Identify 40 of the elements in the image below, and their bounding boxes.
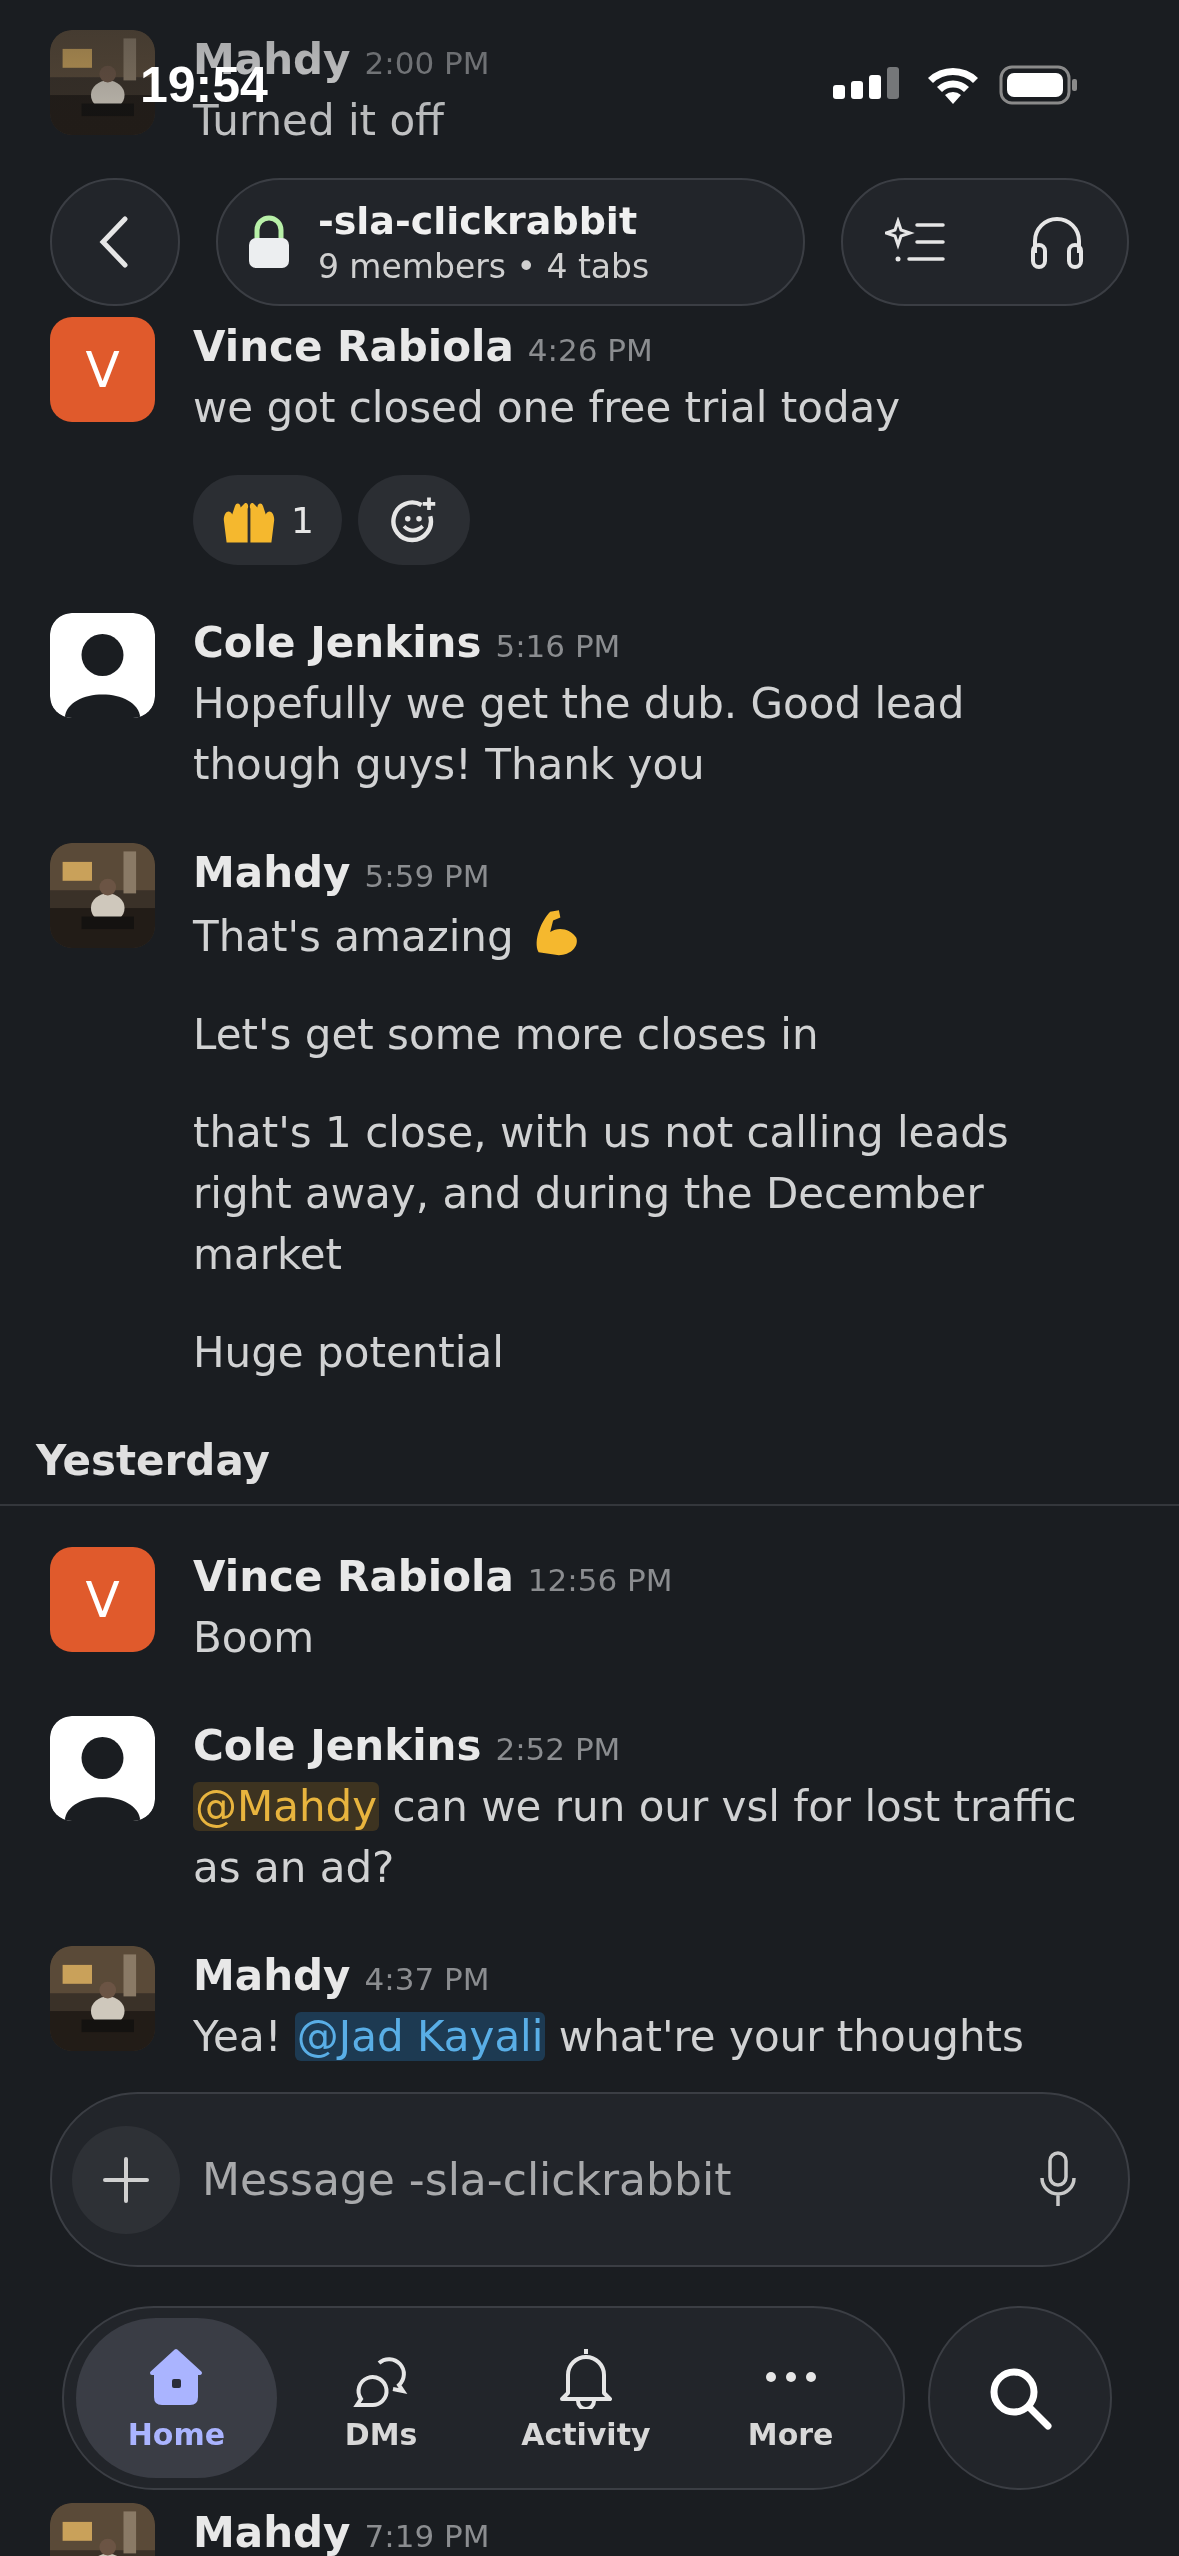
message-text: @Mahdy can we run our vsl for lost traffic as an ad? xyxy=(193,1781,1078,1894)
avatar: V xyxy=(50,317,155,422)
message-time: 4:37 PM xyxy=(364,1961,490,1997)
message-time: 4:26 PM xyxy=(527,332,653,368)
message-text: Yea! @Jad Kayali what're your thoughts xyxy=(193,2011,1025,2063)
message-time: 2:52 PM xyxy=(495,1731,621,1767)
mention-link[interactable]: @Jad Kayali xyxy=(294,2012,546,2061)
tab[interactable]: More xyxy=(690,2318,891,2478)
author-name[interactable]: Mahdy xyxy=(193,2503,351,2556)
person-avatar-icon xyxy=(50,613,155,718)
avatar: V xyxy=(50,1547,155,1652)
message-time: 12:56 PM xyxy=(527,1562,673,1598)
author-name[interactable]: Vince Rabiola xyxy=(193,1547,514,1607)
message-text: that's 1 close, with us not calling leads right away, and during the December market xyxy=(193,1107,1010,1281)
message-time: 7:19 PM xyxy=(364,2518,490,2554)
battery-icon xyxy=(999,64,1079,106)
author-name[interactable]: Vince Rabiola xyxy=(193,317,514,377)
reaction-chip[interactable]: 1 xyxy=(193,475,342,565)
author-name[interactable]: Cole Jenkins xyxy=(193,1716,482,1776)
tab[interactable]: Home xyxy=(76,2318,277,2478)
channel-header-button[interactable]: -sla-clickrabbit 9 members • 4 tabs xyxy=(215,178,806,306)
mention-link[interactable]: @Mahdy xyxy=(193,1782,380,1831)
message-time: 2:00 PM xyxy=(364,45,490,81)
author-name[interactable]: Mahdy xyxy=(193,1946,351,2006)
message-input[interactable]: Message -sla-clickrabbit xyxy=(200,2153,1018,2206)
message-text: Hopefully we get the dub. Good lead though guys! Thank you xyxy=(193,678,966,791)
message-text: That's amazing xyxy=(193,903,1079,967)
message-text: we got closed one free trial today xyxy=(193,382,902,434)
tab[interactable]: DMs xyxy=(280,2318,482,2478)
person-avatar-icon xyxy=(50,1716,155,1821)
message-text: Boom xyxy=(193,1612,316,1664)
message-time: 5:16 PM xyxy=(495,628,621,664)
author-name[interactable]: Mahdy xyxy=(193,843,351,903)
message-time: 5:59 PM xyxy=(364,858,490,894)
message-text: Let's get some more closes in xyxy=(193,1009,820,1061)
plus-icon xyxy=(101,2154,151,2205)
day-divider-label: Yesterday xyxy=(36,1436,270,1485)
author-name[interactable]: Cole Jenkins xyxy=(193,613,482,673)
message-text: Huge potential xyxy=(193,1327,505,1379)
tab[interactable]: Activity xyxy=(485,2318,687,2478)
